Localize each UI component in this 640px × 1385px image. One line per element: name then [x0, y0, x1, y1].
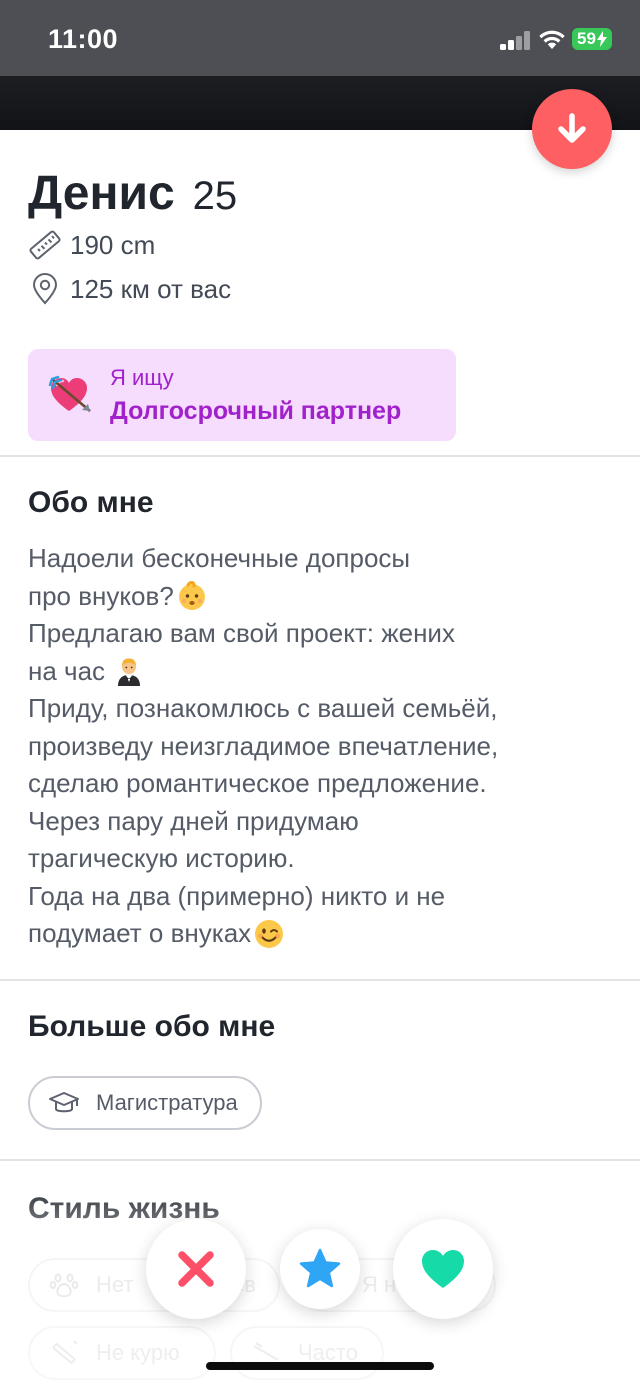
bio-line-text: про внуков?: [28, 580, 174, 611]
bio-text: Надоели бесконечные допросы про внуков? …: [28, 540, 618, 953]
status-bar: 11:00 59: [0, 0, 640, 76]
like-button[interactable]: [393, 1219, 493, 1319]
bio-line-text: Года на два (примерно) никто и не: [28, 880, 446, 911]
section-divider: [0, 979, 640, 981]
more-about-title: Больше обо мне: [28, 1010, 276, 1043]
distance-text: 125 км от вас: [70, 273, 232, 304]
bio-line: Надоели бесконечные допросы: [28, 540, 618, 578]
section-divider: [0, 455, 640, 457]
close-icon: [178, 1251, 214, 1287]
pets-text: Нет: [96, 1272, 134, 1297]
bio-line-text: трагическую историю.: [28, 843, 295, 873]
heart-with-arrow-icon: [48, 375, 91, 412]
nope-button[interactable]: [146, 1219, 246, 1319]
arrow-down-icon: [558, 113, 586, 143]
bio-line-text: подумает о внуках: [28, 918, 252, 948]
bio-line: Предлагаю вам свой проект: жених: [28, 615, 618, 653]
graduation-cap-icon: [49, 1092, 79, 1113]
profile-age: 25: [192, 174, 238, 218]
star-icon: [299, 1248, 341, 1288]
bio-line: сделаю романтическое предложение.: [28, 765, 618, 803]
location-pin-icon: [32, 273, 58, 305]
ruler-icon: [29, 230, 61, 260]
bio-line: Через пару дней придумаю: [28, 803, 618, 841]
bio-line-text: на час: [28, 655, 106, 686]
looking-for-value: Долгосрочный партнер: [110, 397, 402, 425]
looking-for-card: Я ищу Долгосрочный партнер: [28, 349, 456, 441]
smoking-chip: Не курю: [28, 1326, 216, 1380]
bio-line: Приду, познакомлюсь с вашей семьёй,: [28, 690, 618, 728]
bio-line-text: произведу неизгладимое впечатление,: [28, 730, 499, 761]
charging-bolt-icon: [596, 31, 607, 47]
paw-icon: [49, 1273, 79, 1298]
bio-line: трагическую историю.: [28, 840, 618, 878]
heart-icon: [422, 1250, 464, 1288]
cellular-signal-icon: [500, 30, 534, 50]
bio-line: на час: [28, 653, 618, 691]
battery-level: 59: [577, 29, 596, 48]
bio-line-text: Через пару дней придумаю: [28, 805, 359, 836]
profile-card: Денис 25 190 cm 125 км от вас Я ищу Долг…: [0, 130, 640, 1385]
bio-line-text: Приду, познакомлюсь с вашей семьёй,: [28, 693, 498, 723]
profile-name: Денис: [28, 167, 175, 220]
battery-indicator: 59: [572, 28, 612, 50]
winking-face-emoji-icon: [255, 919, 284, 948]
home-indicator[interactable]: [206, 1362, 434, 1370]
bio-line: произведу неизгладимое впечатление,: [28, 728, 618, 766]
education-chip: Магистратура: [28, 1076, 262, 1130]
height-text: 190 cm: [70, 229, 156, 260]
about-title: Обо мне: [28, 486, 154, 519]
status-time: 11:00: [48, 24, 119, 54]
section-divider: [0, 1159, 640, 1161]
drinking-chip: Часто: [230, 1326, 384, 1380]
smoking-text: Не курю: [96, 1340, 180, 1365]
collapse-profile-button[interactable]: [532, 89, 612, 169]
lifestyle-chip-text: Я н: [362, 1272, 397, 1297]
height-row: 190 cm: [28, 228, 155, 262]
name-age-row: Денис 25: [28, 166, 237, 221]
looking-for-caption: Я ищу: [110, 365, 174, 390]
bio-line-text: сделаю романтическое предложение.: [28, 768, 487, 798]
man-in-tuxedo-emoji-icon: [118, 658, 141, 687]
bio-line: подумает о внуках: [28, 915, 618, 953]
bio-line-text: Предлагаю вам свой проект: жених: [28, 618, 455, 648]
distance-row: 125 км от вас: [28, 272, 231, 306]
bio-line-text: Надоели бесконечные допросы: [28, 543, 411, 573]
super-like-button[interactable]: [280, 1229, 360, 1309]
education-text: Магистратура: [96, 1090, 238, 1115]
baby-emoji-icon: [178, 581, 205, 611]
bio-line: про внуков?: [28, 578, 618, 616]
wifi-icon: [539, 30, 565, 49]
no-smoking-icon: [52, 1340, 78, 1364]
bio-line: Года на два (примерно) никто и не: [28, 878, 618, 916]
